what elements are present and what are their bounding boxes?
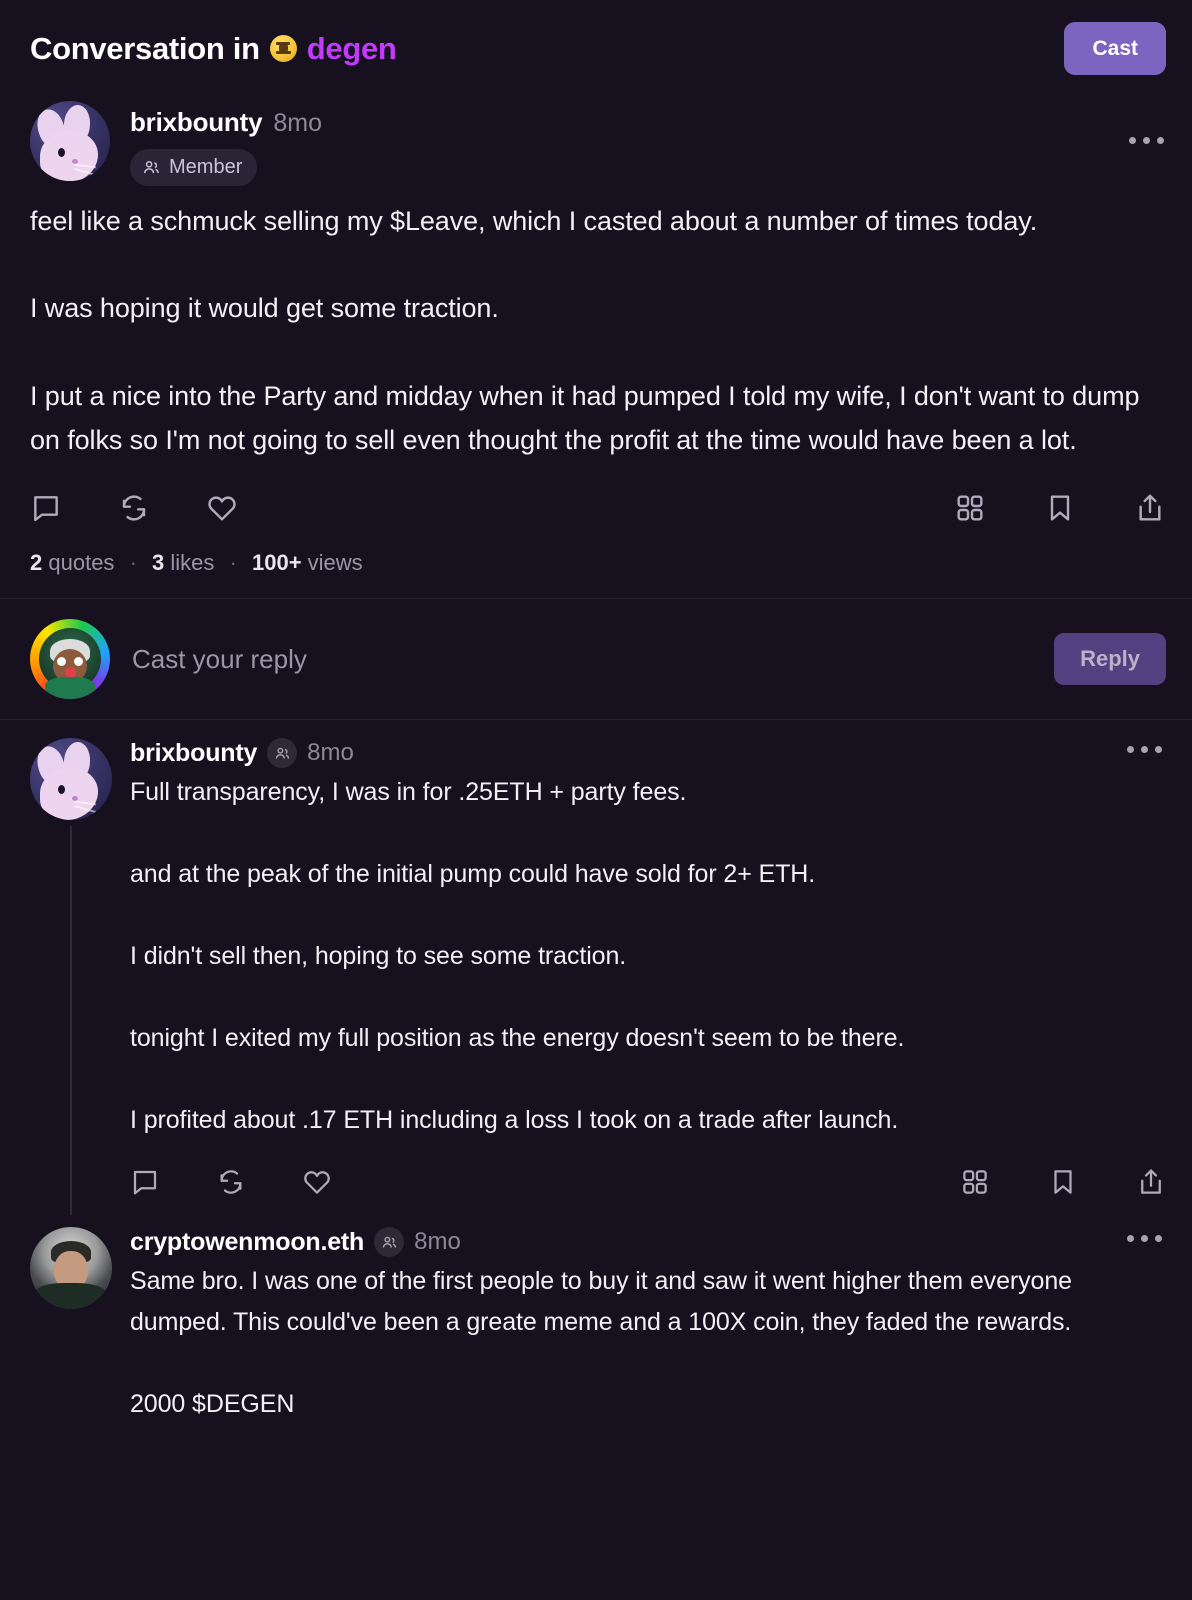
timestamp: 8mo (414, 1228, 461, 1256)
list-item: brixbounty 8mo Full transparency, I was … (0, 720, 1192, 1197)
more-options-icon[interactable] (1127, 1235, 1162, 1242)
avatar[interactable] (30, 1227, 112, 1309)
thread-line (70, 826, 72, 1215)
likes-label: likes (170, 550, 214, 575)
cast-stats: 2 quotes · 3 likes · 100+ views (30, 550, 1166, 576)
stats-separator-2: · (230, 550, 237, 575)
reply-actions (130, 1167, 1166, 1197)
share-icon[interactable] (1134, 492, 1166, 524)
channel-link[interactable]: degen (307, 31, 397, 67)
timestamp: 8mo (273, 109, 322, 138)
reply-text: Same bro. I was one of the first people … (130, 1261, 1166, 1425)
degen-hat-icon (270, 35, 297, 62)
page-title: Conversation in degen (30, 31, 397, 67)
grid-icon[interactable] (954, 492, 986, 524)
main-cast-header: brixbounty 8mo Member (30, 101, 1166, 186)
reply-input[interactable]: Cast your reply (132, 644, 1032, 675)
comment-icon[interactable] (130, 1167, 160, 1197)
page-header: Conversation in degen Cast (0, 0, 1192, 95)
replies-list: brixbounty 8mo Full transparency, I was … (0, 720, 1192, 1425)
bookmark-icon[interactable] (1044, 492, 1076, 524)
reply-text: Full transparency, I was in for .25ETH +… (130, 772, 1166, 1141)
stats-separator-1: · (130, 550, 137, 575)
reply-button[interactable]: Reply (1054, 633, 1166, 685)
recast-icon[interactable] (216, 1167, 246, 1197)
conversation-page: Conversation in degen Cast brixbounty 8m… (0, 0, 1192, 1600)
main-cast-actions (30, 492, 1166, 524)
recast-icon[interactable] (118, 492, 150, 524)
author-name[interactable]: brixbounty (130, 739, 257, 768)
member-icon (267, 738, 297, 768)
reply-composer: Cast your reply Reply (0, 599, 1192, 719)
status-badge: Member (130, 149, 257, 186)
list-item: cryptowenmoon.eth 8mo Same bro. I was on… (0, 1197, 1192, 1425)
avatar[interactable] (30, 619, 110, 699)
comment-icon[interactable] (30, 492, 62, 524)
member-icon (142, 158, 161, 177)
cast-text: feel like a schmuck selling my $Leave, w… (30, 200, 1166, 462)
more-options-icon[interactable] (1129, 137, 1164, 144)
views-label: views (308, 550, 363, 575)
more-options-icon[interactable] (1127, 746, 1162, 753)
quotes-label: quotes (48, 550, 114, 575)
timestamp: 8mo (307, 739, 354, 767)
author-name[interactable]: cryptowenmoon.eth (130, 1228, 364, 1257)
main-cast: brixbounty 8mo Member feel like a schmuc… (0, 95, 1192, 598)
likes-count: 3 (152, 550, 164, 575)
views-count: 100+ (252, 550, 302, 575)
page-title-prefix: Conversation in (30, 31, 260, 67)
share-icon[interactable] (1136, 1167, 1166, 1197)
quotes-count: 2 (30, 550, 42, 575)
status-badge-label: Member (169, 156, 242, 179)
grid-icon[interactable] (960, 1167, 990, 1197)
avatar[interactable] (30, 738, 112, 820)
cast-button[interactable]: Cast (1064, 22, 1166, 75)
like-icon[interactable] (206, 492, 238, 524)
author-name[interactable]: brixbounty (130, 107, 262, 138)
member-icon (374, 1227, 404, 1257)
like-icon[interactable] (302, 1167, 332, 1197)
avatar[interactable] (30, 101, 110, 181)
bookmark-icon[interactable] (1048, 1167, 1078, 1197)
